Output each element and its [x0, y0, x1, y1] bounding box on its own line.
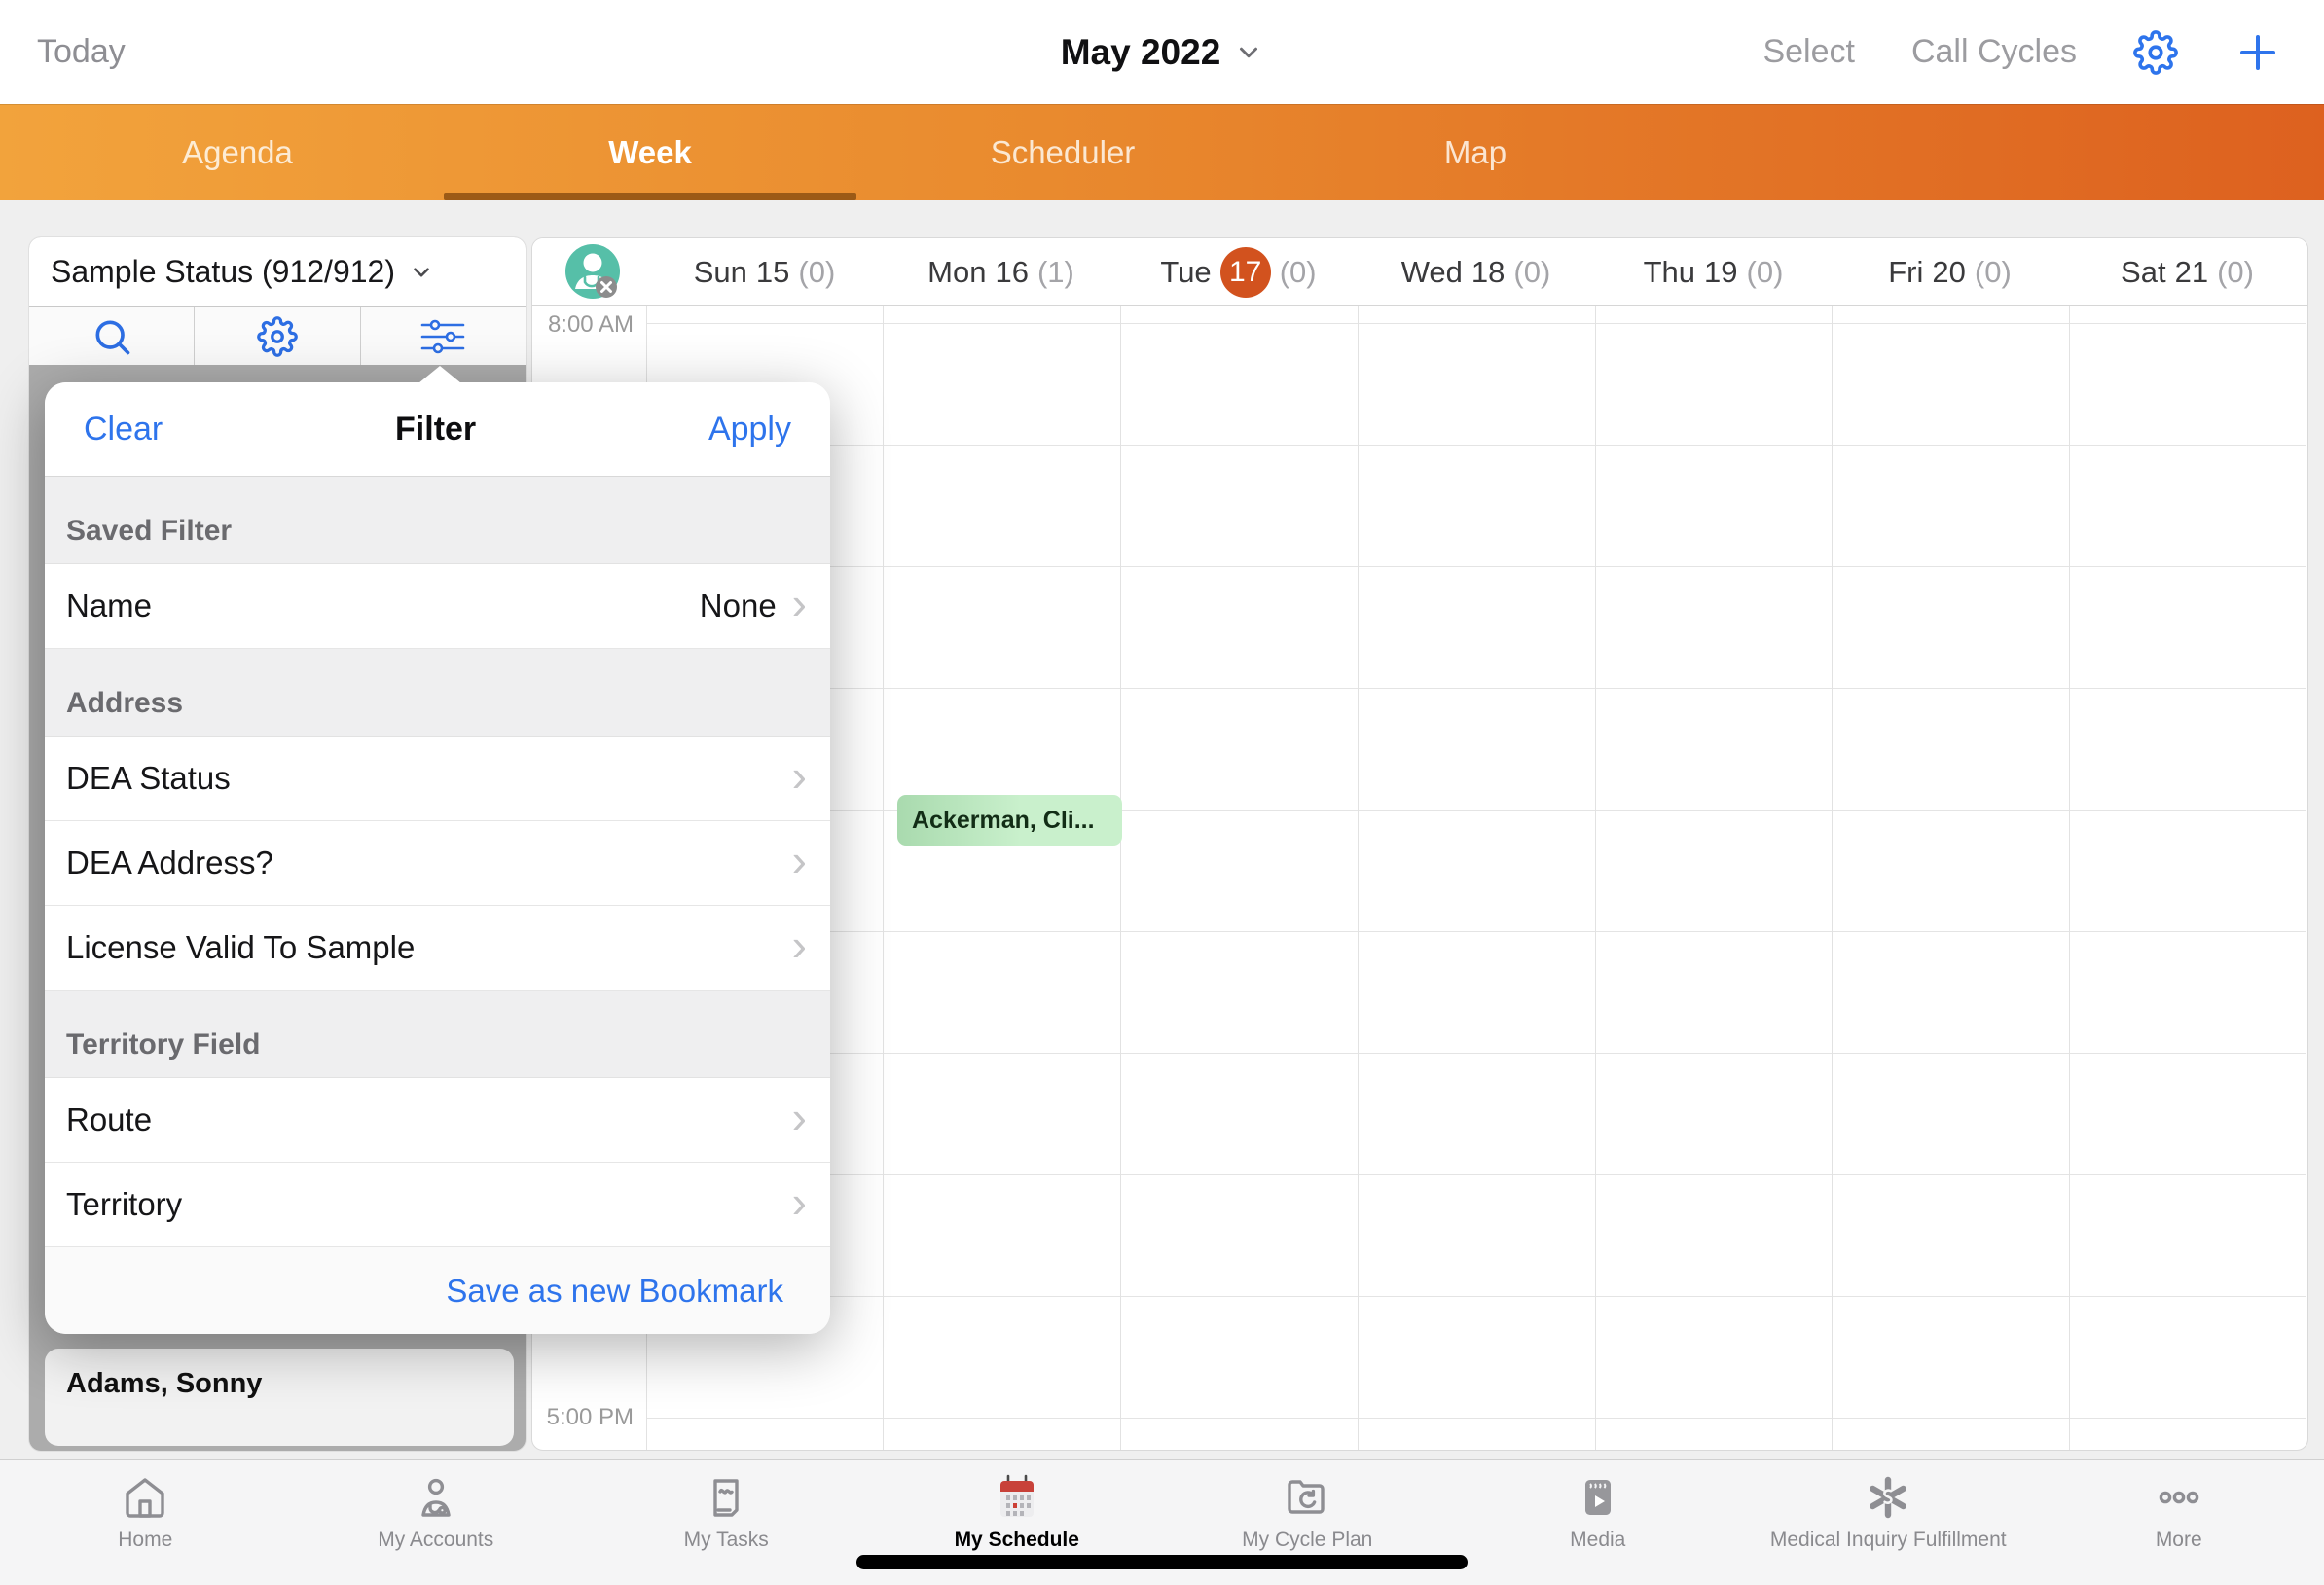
day-header-fri[interactable]: Fri 20 (0) [1832, 238, 2068, 306]
chevron-right-icon: › [792, 838, 807, 883]
grid-hour-line [646, 688, 2306, 689]
grid-day-line [883, 306, 884, 1450]
calendar-event[interactable]: Ackerman, Cli... [897, 795, 1122, 846]
nav-medical-inquiry[interactable]: Medical Inquiry Fulfillment [1743, 1460, 2034, 1585]
tab-week[interactable]: Week [444, 104, 856, 200]
day-header-thu[interactable]: Thu 19 (0) [1595, 238, 1832, 306]
select-button[interactable]: Select [1762, 33, 1855, 71]
filter-row-route[interactable]: Route › [45, 1078, 830, 1163]
nav-my-accounts[interactable]: My Accounts [291, 1460, 582, 1585]
add-plus-icon[interactable] [2234, 29, 2281, 76]
time-label-end: 5:00 PM [540, 1404, 634, 1431]
chevron-right-icon: › [792, 922, 807, 967]
grid-day-line [1358, 306, 1359, 1450]
sample-status-label: Sample Status (912/912) [51, 254, 395, 290]
day-header-wed[interactable]: Wed 18 (0) [1358, 238, 1594, 306]
medical-star-of-life-icon [1865, 1470, 1911, 1525]
cycle-plan-folder-icon [1284, 1470, 1330, 1525]
day-header-sat[interactable]: Sat 21 (0) [2069, 238, 2306, 306]
tasks-notepad-icon [703, 1470, 749, 1525]
section-header-address: Address [45, 649, 830, 737]
grid-day-line [2069, 306, 2070, 1450]
tab-agenda[interactable]: Agenda [31, 104, 444, 200]
grid-hour-line [646, 931, 2306, 932]
grid-hour-line [646, 323, 2306, 324]
clear-button[interactable]: Clear [84, 411, 163, 449]
chevron-down-icon [1234, 38, 1263, 67]
row-label: DEA Address? [66, 845, 273, 882]
row-label: Name [66, 588, 152, 625]
grid-hour-line [646, 810, 2306, 811]
grid-hour-line [646, 445, 2306, 446]
day-header-row: Sun 15 (0) Mon 16 (1) Tue 17 (0) Wed 18 … [532, 238, 2307, 306]
row-label: Territory [66, 1186, 182, 1223]
call-cycles-button[interactable]: Call Cycles [1911, 33, 2077, 71]
nav-more[interactable]: More [2034, 1460, 2324, 1585]
row-label: Route [66, 1101, 152, 1138]
schedule-calendar-icon [993, 1470, 1041, 1525]
grid-hour-line [646, 1418, 2306, 1419]
gear-icon[interactable] [194, 307, 359, 365]
popover-arrow [418, 366, 461, 383]
more-ellipsis-icon [2156, 1470, 2202, 1525]
media-player-icon [1575, 1470, 1621, 1525]
popover-title: Filter [395, 411, 476, 449]
tab-map[interactable]: Map [1269, 104, 1682, 200]
home-icon [122, 1470, 168, 1525]
grid-hour-line [646, 566, 2306, 567]
month-title: May 2022 [1061, 32, 1221, 73]
section-header-territory-field: Territory Field [45, 991, 830, 1078]
filter-sliders-icon[interactable] [360, 307, 526, 365]
today-date-badge: 17 [1220, 247, 1271, 298]
day-header-sun[interactable]: Sun 15 (0) [646, 238, 883, 306]
filter-row-license-valid[interactable]: License Valid To Sample › [45, 906, 830, 991]
filter-row-territory[interactable]: Territory › [45, 1163, 830, 1247]
filter-popover-header: Clear Filter Apply [45, 382, 830, 477]
grid-day-line [1120, 306, 1121, 1450]
grid-hour-line [646, 1174, 2306, 1175]
row-label: License Valid To Sample [66, 929, 415, 966]
nav-my-tasks[interactable]: My Tasks [581, 1460, 872, 1585]
grid-day-line [1595, 306, 1596, 1450]
save-bookmark-button[interactable]: Save as new Bookmark [45, 1247, 830, 1334]
chevron-right-icon: › [792, 581, 807, 626]
row-value: None [700, 588, 777, 625]
panel-toolbar [29, 306, 526, 365]
grid-day-line [1832, 306, 1833, 1450]
filter-row-dea-status[interactable]: DEA Status › [45, 737, 830, 821]
view-tab-bar: Agenda Week Scheduler Map [0, 104, 2324, 200]
day-header-tue-today[interactable]: Tue 17 (0) [1120, 238, 1357, 306]
tab-scheduler[interactable]: Scheduler [856, 104, 1269, 200]
account-list-item[interactable]: Adams, Sonny [45, 1349, 514, 1446]
apply-button[interactable]: Apply [708, 411, 791, 449]
home-indicator-bar[interactable] [856, 1555, 1468, 1569]
accounts-person-icon [413, 1470, 459, 1525]
settings-gear-icon[interactable] [2133, 30, 2178, 75]
chevron-right-icon: › [792, 753, 807, 798]
top-navigation-bar: Today May 2022 Select Call Cycles [0, 0, 2324, 104]
search-icon[interactable] [29, 307, 194, 365]
filter-popover: Clear Filter Apply Saved Filter Name Non… [45, 382, 830, 1334]
row-label: DEA Status [66, 760, 231, 797]
chevron-right-icon: › [792, 1179, 807, 1224]
section-header-saved-filter: Saved Filter [45, 477, 830, 564]
nav-media[interactable]: Media [1453, 1460, 1744, 1585]
day-header-mon[interactable]: Mon 16 (1) [883, 238, 1119, 306]
filter-row-dea-address[interactable]: DEA Address? › [45, 821, 830, 906]
grid-hour-line [646, 1296, 2306, 1297]
chevron-down-icon [409, 260, 434, 285]
filter-row-name[interactable]: Name None › [45, 564, 830, 649]
time-label-start: 8:00 AM [540, 311, 634, 339]
sample-status-dropdown[interactable]: Sample Status (912/912) [29, 237, 526, 306]
grid-hour-line [646, 1053, 2306, 1054]
chevron-right-icon: › [792, 1095, 807, 1139]
active-tab-underline [444, 193, 856, 200]
nav-home[interactable]: Home [0, 1460, 291, 1585]
user-avatar[interactable] [563, 242, 626, 305]
